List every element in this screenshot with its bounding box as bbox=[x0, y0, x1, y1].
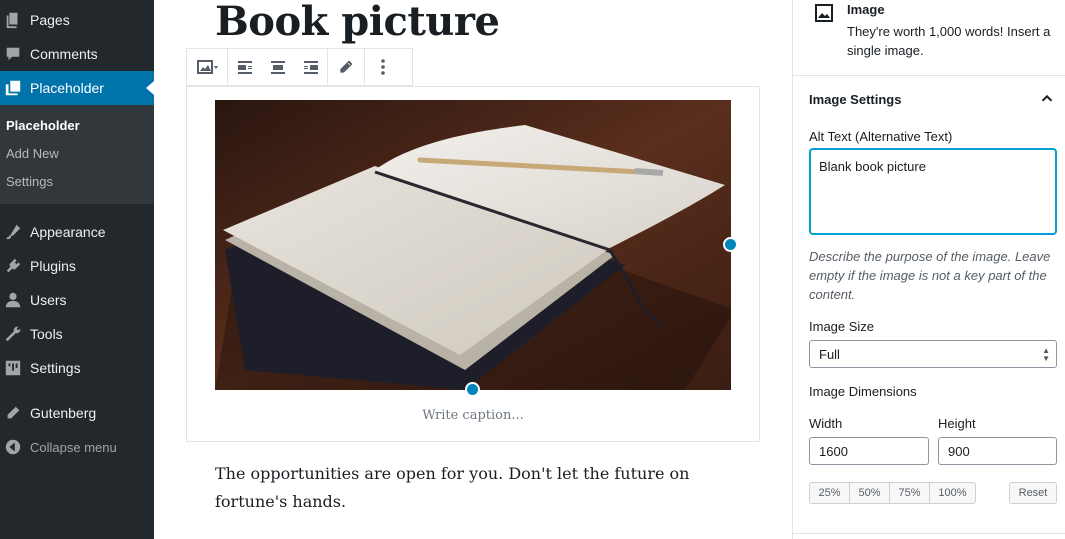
more-options-icon bbox=[381, 59, 385, 75]
image-size-value: Full bbox=[819, 346, 840, 362]
submenu-item-settings[interactable]: Settings bbox=[6, 174, 53, 189]
height-value: 900 bbox=[948, 443, 970, 459]
sidebar-item-placeholder[interactable]: Placeholder bbox=[0, 71, 154, 105]
sidebar-item-label: Users bbox=[30, 292, 67, 308]
block-type-group bbox=[187, 49, 228, 85]
more-options-button[interactable] bbox=[365, 49, 401, 85]
width-label: Width bbox=[809, 416, 843, 431]
sidebar-item-plugins[interactable]: Plugins bbox=[0, 249, 154, 283]
plugins-icon bbox=[0, 257, 30, 275]
alt-text-field[interactable]: Blank book picture bbox=[809, 148, 1057, 235]
edit-group bbox=[328, 49, 365, 85]
paragraph-block[interactable]: The opportunities are open for you. Don'… bbox=[215, 460, 755, 516]
collapse-menu-button[interactable]: Collapse menu bbox=[0, 430, 154, 464]
panel-divider bbox=[793, 533, 1065, 534]
height-label: Height bbox=[938, 416, 976, 431]
submenu-item-placeholder[interactable]: Placeholder bbox=[6, 118, 80, 133]
collapse-menu-label: Collapse menu bbox=[30, 439, 117, 455]
caption-input[interactable]: Write caption... bbox=[187, 408, 759, 423]
alignment-group bbox=[228, 49, 328, 85]
block-toolbar bbox=[186, 48, 413, 86]
edit-pencil-icon bbox=[339, 59, 354, 74]
image-size-select[interactable]: Full ▲ ▼ bbox=[809, 340, 1057, 368]
align-center-icon bbox=[270, 61, 285, 74]
height-input[interactable]: 900 bbox=[938, 437, 1057, 465]
tools-icon bbox=[0, 325, 30, 343]
collapse-icon bbox=[0, 438, 30, 456]
alt-text-label: Alt Text (Alternative Text) bbox=[809, 129, 953, 144]
sidebar-item-label: Appearance bbox=[30, 224, 106, 240]
current-menu-arrow bbox=[146, 81, 154, 95]
sidebar-item-appearance[interactable]: Appearance bbox=[0, 215, 154, 249]
sidebar-item-label: Placeholder bbox=[30, 80, 104, 96]
image-block[interactable]: Write caption... bbox=[186, 86, 760, 442]
sidebar-item-settings[interactable]: Settings bbox=[0, 351, 154, 385]
align-right-button[interactable] bbox=[294, 49, 327, 85]
sidebar-item-comments[interactable]: Comments bbox=[0, 37, 154, 71]
scale-25-button[interactable]: 25% bbox=[809, 482, 850, 504]
scale-50-button[interactable]: 50% bbox=[849, 482, 890, 504]
image-settings-title: Image Settings bbox=[809, 92, 902, 107]
block-title: Image bbox=[847, 2, 885, 17]
scale-100-button[interactable]: 100% bbox=[929, 482, 976, 504]
settings-sidebar: Image They're worth 1,000 words! Insert … bbox=[792, 0, 1065, 539]
sidebar-item-label: Gutenberg bbox=[30, 405, 97, 421]
chevron-up-icon bbox=[1041, 94, 1053, 102]
book-image[interactable] bbox=[215, 100, 731, 390]
align-left-button[interactable] bbox=[228, 49, 261, 85]
block-card: Image They're worth 1,000 words! Insert … bbox=[793, 0, 1065, 76]
placeholder-icon bbox=[0, 79, 30, 97]
resize-handle-right[interactable] bbox=[723, 237, 738, 252]
scale-75-button[interactable]: 75% bbox=[889, 482, 930, 504]
placeholder-submenu: Placeholder Add New Settings bbox=[0, 105, 154, 204]
submenu-item-add-new[interactable]: Add New bbox=[6, 146, 59, 161]
resize-handle-bottom[interactable] bbox=[465, 382, 480, 397]
edit-image-button[interactable] bbox=[328, 49, 364, 85]
editor-canvas: Book picture Write caption... The opport… bbox=[154, 0, 792, 539]
sidebar-item-label: Comments bbox=[30, 46, 98, 62]
users-icon bbox=[0, 291, 30, 309]
select-arrows-icon: ▲ ▼ bbox=[1042, 346, 1050, 363]
sidebar-item-pages[interactable]: Pages bbox=[0, 3, 154, 37]
sidebar-item-label: Settings bbox=[30, 360, 81, 376]
sidebar-item-label: Pages bbox=[30, 12, 70, 28]
reset-button[interactable]: Reset bbox=[1009, 482, 1057, 504]
sidebar-item-tools[interactable]: Tools bbox=[0, 317, 154, 351]
post-title[interactable]: Book picture bbox=[215, 0, 500, 45]
gutenberg-icon bbox=[0, 404, 30, 422]
pages-icon bbox=[0, 11, 30, 29]
image-type-icon bbox=[197, 60, 218, 74]
align-right-icon bbox=[303, 61, 318, 74]
sidebar-item-label: Plugins bbox=[30, 258, 76, 274]
sidebar-item-label: Tools bbox=[30, 326, 63, 342]
scale-button-group: 25% 50% 75% 100% bbox=[809, 482, 976, 504]
image-dimensions-label: Image Dimensions bbox=[809, 384, 917, 399]
more-group bbox=[365, 49, 401, 85]
width-value: 1600 bbox=[819, 443, 848, 459]
image-block-icon bbox=[814, 3, 834, 28]
block-description: They're worth 1,000 words! Insert a sing… bbox=[847, 24, 1051, 58]
image-size-label: Image Size bbox=[809, 319, 875, 334]
settings-icon bbox=[0, 359, 30, 377]
block-type-button[interactable] bbox=[187, 49, 227, 85]
admin-sidebar: Pages Comments Placeholder Placeholder A… bbox=[0, 0, 154, 539]
appearance-icon bbox=[0, 223, 30, 241]
sidebar-item-gutenberg[interactable]: Gutenberg bbox=[0, 396, 154, 430]
image-settings-toggle[interactable]: Image Settings bbox=[793, 77, 1065, 123]
comments-icon bbox=[0, 45, 30, 63]
alt-text-help: Describe the purpose of the image. Leave… bbox=[809, 249, 1051, 302]
align-center-button[interactable] bbox=[261, 49, 294, 85]
width-input[interactable]: 1600 bbox=[809, 437, 929, 465]
sidebar-item-users[interactable]: Users bbox=[0, 283, 154, 317]
align-left-icon bbox=[237, 61, 252, 74]
